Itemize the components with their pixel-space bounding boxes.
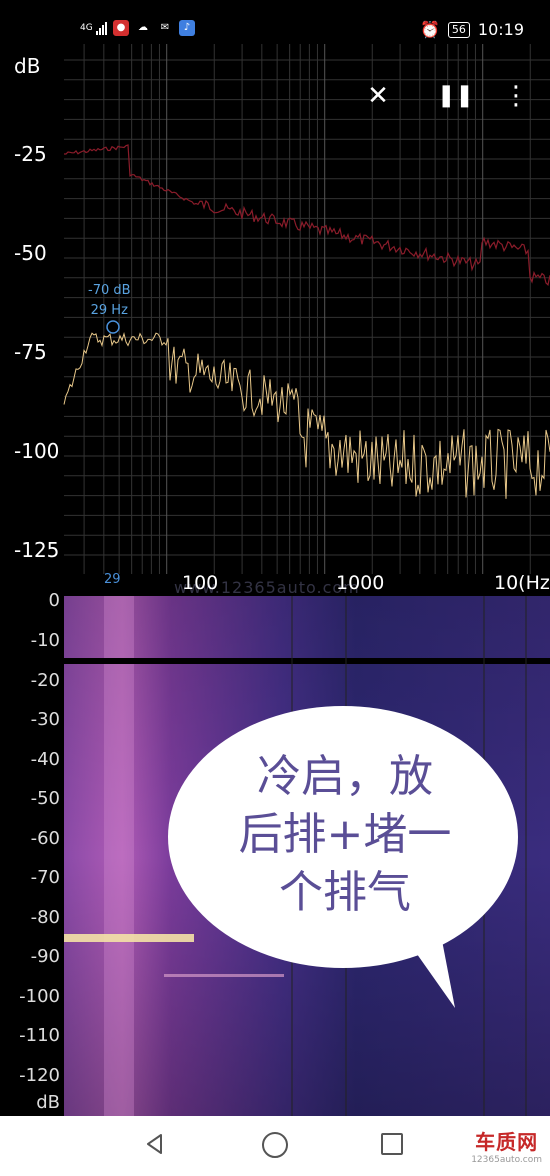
back-icon[interactable] <box>143 1132 167 1156</box>
spec-y-tick: 0 <box>48 590 60 611</box>
site-logo: 车质网 12365auto.com <box>471 1126 542 1165</box>
status-left: 4G ● ☁ ✉ ♪ <box>80 20 195 36</box>
annotation-line: 后排+堵一 <box>238 809 452 860</box>
annotation-line: 个排气 <box>279 867 411 918</box>
x-tick-label: 100 <box>182 572 219 594</box>
spec-y-tick: -50 <box>30 788 60 809</box>
peak-hz: 29 Hz <box>90 303 128 318</box>
clock: 10:19 <box>477 20 524 39</box>
peak-marker-icon <box>106 320 120 334</box>
spec-y-tick: -40 <box>30 749 60 770</box>
mic-icon: ● <box>113 20 129 36</box>
signal-icon <box>96 21 107 35</box>
more-menu-icon[interactable]: ⋮ <box>500 78 532 114</box>
status-bar: 4G ● ☁ ✉ ♪ ⏰ 56 10:19 <box>0 0 550 44</box>
spectrum-plot[interactable] <box>0 44 550 594</box>
annotation-text: 冷启，放 后排+堵一 个排气 <box>200 748 490 922</box>
spec-y-tick: -100 <box>19 986 60 1007</box>
spec-y-tick: -30 <box>30 709 60 730</box>
spec-y-tick: -70 <box>30 867 60 888</box>
spec-y-tick: -60 <box>30 828 60 849</box>
peak-readout: -70 dB 29 Hz <box>88 281 131 321</box>
music-icon: ♪ <box>179 20 195 36</box>
upper-trace <box>64 144 550 286</box>
spec-y-tick: -20 <box>30 670 60 691</box>
speech-bubble-tail <box>400 930 455 1008</box>
peak-db: -70 dB <box>88 283 131 298</box>
y-tick-label: -50 <box>14 241 47 265</box>
close-icon[interactable]: ✕ <box>362 78 394 114</box>
recent-apps-icon[interactable] <box>381 1133 403 1155</box>
peak-x-label: 29 <box>104 572 121 587</box>
annotation-line: 冷启，放 <box>257 751 433 802</box>
pause-icon[interactable]: ❚❚ <box>437 78 474 114</box>
logo-main: 车质网 <box>475 1130 539 1154</box>
spec-y-tick: -90 <box>30 946 60 967</box>
mail-icon: ✉ <box>160 22 170 33</box>
y-tick-label: -100 <box>14 439 60 463</box>
y-tick-label: -25 <box>14 142 47 166</box>
status-right: ⏰ 56 10:19 <box>420 20 524 39</box>
x-tick-label: 10(Hz <box>494 572 550 594</box>
spec-y-tick: -80 <box>30 907 60 928</box>
y-tick-label: -125 <box>14 538 60 562</box>
y-tick-label: -75 <box>14 340 47 364</box>
spec-y-tick: -110 <box>19 1025 60 1046</box>
spec-y-unit: dB <box>36 1092 60 1113</box>
spectrum-chart <box>63 44 550 574</box>
logo-sub: 12365auto.com <box>471 1155 542 1165</box>
alarm-icon: ⏰ <box>419 20 440 39</box>
swirl-icon: ☁ <box>138 22 148 33</box>
spec-y-tick: -120 <box>19 1065 60 1086</box>
home-icon[interactable] <box>262 1132 288 1158</box>
network-type: 4G <box>80 22 93 33</box>
spec-y-tick: -10 <box>30 630 60 651</box>
battery-indicator: 56 <box>447 21 470 38</box>
x-tick-label: 1000 <box>336 572 385 594</box>
navigation-bar: 车质网 12365auto.com <box>0 1116 550 1176</box>
spectrum-y-unit: dB <box>14 54 41 78</box>
